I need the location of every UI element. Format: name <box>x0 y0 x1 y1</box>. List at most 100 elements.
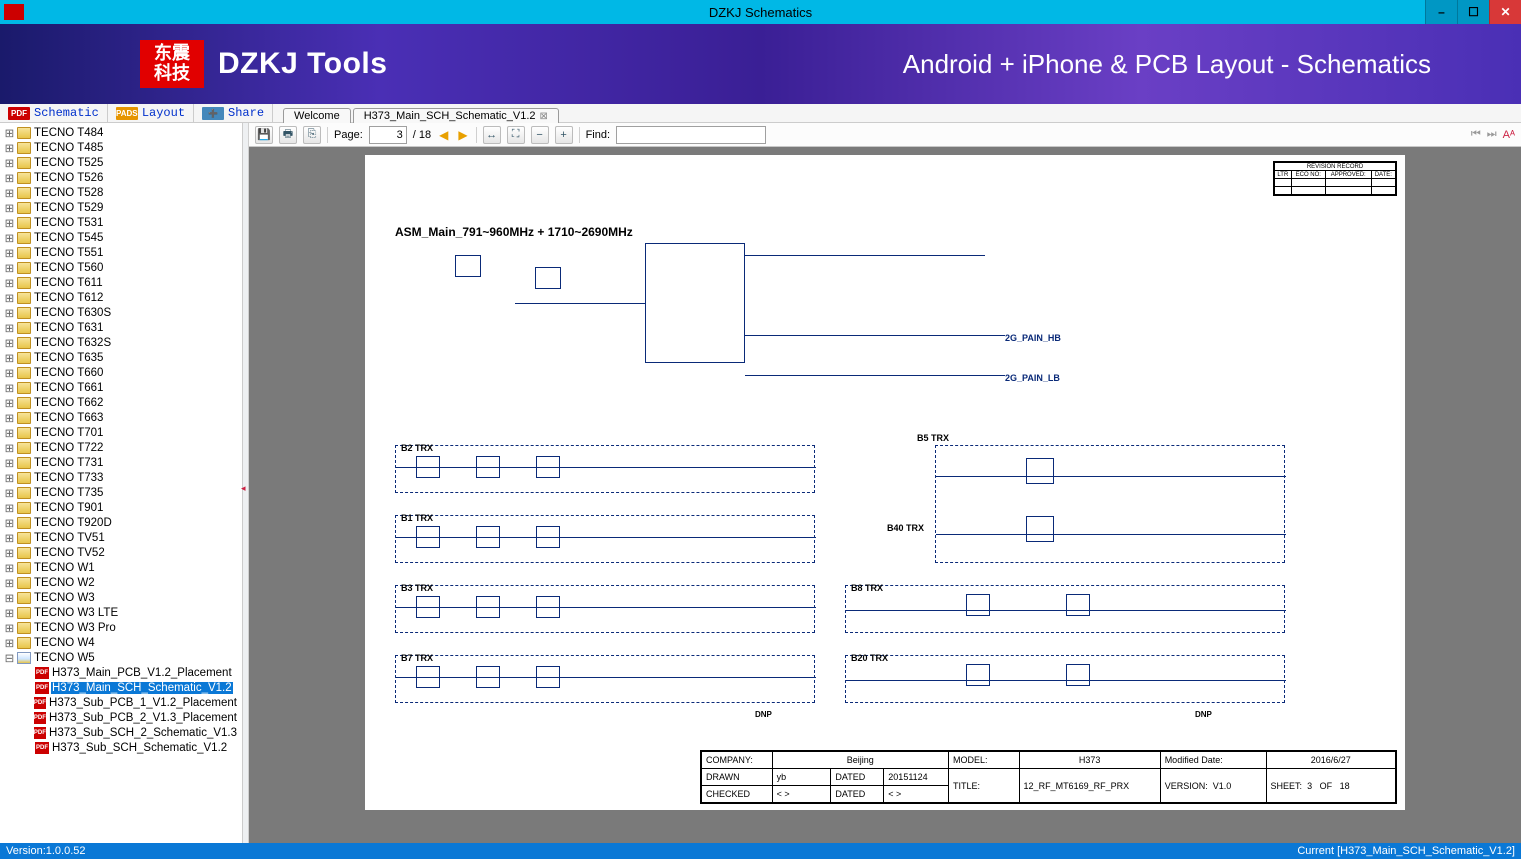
save-icon[interactable]: 💾 <box>255 126 273 144</box>
find-input[interactable] <box>616 126 766 144</box>
tree-folder[interactable]: ⊞TECNO T611 <box>0 275 242 290</box>
expand-icon[interactable]: ⊞ <box>4 231 15 245</box>
tree-file[interactable]: PDFH373_Sub_PCB_2_V1.3_Placement <box>0 710 242 725</box>
minimize-button[interactable]: – <box>1425 0 1457 24</box>
find-next-icon[interactable]: ⏭ <box>1487 128 1497 141</box>
doc-tab[interactable]: Welcome <box>283 108 351 123</box>
tree-folder[interactable]: ⊞TECNO W3 LTE <box>0 605 242 620</box>
tree-folder[interactable]: ⊞TECNO W4 <box>0 635 242 650</box>
tree-folder[interactable]: ⊞TECNO W3 <box>0 590 242 605</box>
expand-icon[interactable]: ⊞ <box>4 621 15 635</box>
expand-icon[interactable]: ⊞ <box>4 426 15 440</box>
expand-icon[interactable]: ⊞ <box>4 186 15 200</box>
expand-icon[interactable]: ⊞ <box>4 441 15 455</box>
tree-folder[interactable]: ⊞TECNO T484 <box>0 125 242 140</box>
fit-width-icon[interactable]: ↔ <box>483 126 501 144</box>
tree-file[interactable]: PDFH373_Sub_SCH_2_Schematic_V1.3 <box>0 725 242 740</box>
schematic-sheet[interactable]: ASM_Main_791~960MHz + 1710~2690MHz 2G_PA… <box>365 155 1405 810</box>
expand-icon[interactable]: ⊞ <box>4 141 15 155</box>
expand-icon[interactable]: ⊞ <box>4 516 15 530</box>
expand-icon[interactable]: ⊞ <box>4 456 15 470</box>
tree-folder[interactable]: ⊞TECNO T660 <box>0 365 242 380</box>
tree-folder-open[interactable]: ⊟TECNO W5 <box>0 650 242 665</box>
tree-folder[interactable]: ⊞TECNO W2 <box>0 575 242 590</box>
tree-file[interactable]: PDFH373_Main_SCH_Schematic_V1.2 <box>0 680 242 695</box>
tree-folder[interactable]: ⊞TECNO T901 <box>0 500 242 515</box>
tree-folder[interactable]: ⊞TECNO T528 <box>0 185 242 200</box>
tree-folder[interactable]: ⊞TECNO T525 <box>0 155 242 170</box>
tree-folder[interactable]: ⊞TECNO T722 <box>0 440 242 455</box>
expand-icon[interactable]: ⊞ <box>4 501 15 515</box>
splitter[interactable] <box>243 123 249 843</box>
tree-folder[interactable]: ⊞TECNO TV52 <box>0 545 242 560</box>
expand-icon[interactable]: ⊞ <box>4 381 15 395</box>
mode-tab-layout[interactable]: PADSLayout <box>108 104 194 122</box>
fit-page-icon[interactable]: ⛶ <box>507 126 525 144</box>
copy-icon[interactable]: ⎘ <box>303 126 321 144</box>
expand-icon[interactable]: ⊞ <box>4 171 15 185</box>
expand-icon[interactable]: ⊞ <box>4 471 15 485</box>
tree-folder[interactable]: ⊞TECNO T635 <box>0 350 242 365</box>
zoom-in-icon[interactable]: + <box>555 126 573 144</box>
tree-folder[interactable]: ⊞TECNO T920D <box>0 515 242 530</box>
text-case-icon[interactable]: Aᴬ <box>1503 129 1515 141</box>
mode-tab-schematic[interactable]: PDFSchematic <box>0 104 108 122</box>
expand-icon[interactable]: ⊞ <box>4 351 15 365</box>
tree-folder[interactable]: ⊞TECNO T529 <box>0 200 242 215</box>
tree-folder[interactable]: ⊞TECNO TV51 <box>0 530 242 545</box>
expand-icon[interactable]: ⊞ <box>4 531 15 545</box>
tree-folder[interactable]: ⊞TECNO T526 <box>0 170 242 185</box>
close-tab-icon[interactable]: ⊠ <box>540 111 548 122</box>
tree-folder[interactable]: ⊞TECNO W1 <box>0 560 242 575</box>
tree-folder[interactable]: ⊞TECNO T485 <box>0 140 242 155</box>
expand-icon[interactable]: ⊞ <box>4 321 15 335</box>
mode-tab-share[interactable]: ➕Share <box>194 104 273 122</box>
expand-icon[interactable]: ⊞ <box>4 606 15 620</box>
tree-folder[interactable]: ⊞TECNO T531 <box>0 215 242 230</box>
tree-folder[interactable]: ⊞TECNO T632S <box>0 335 242 350</box>
tree-folder[interactable]: ⊞TECNO T612 <box>0 290 242 305</box>
expand-icon[interactable]: ⊞ <box>4 306 15 320</box>
next-page-button[interactable]: ▶ <box>456 128 469 142</box>
collapse-icon[interactable]: ⊟ <box>4 651 15 665</box>
tree-folder[interactable]: ⊞TECNO T663 <box>0 410 242 425</box>
page-input[interactable] <box>369 126 407 144</box>
expand-icon[interactable]: ⊞ <box>4 201 15 215</box>
tree-folder[interactable]: ⊞TECNO T551 <box>0 245 242 260</box>
close-button[interactable]: ✕ <box>1489 0 1521 24</box>
print-icon[interactable]: 🖶 <box>279 126 297 144</box>
expand-icon[interactable]: ⊞ <box>4 366 15 380</box>
tree-file[interactable]: PDFH373_Sub_PCB_1_V1.2_Placement <box>0 695 242 710</box>
tree-folder[interactable]: ⊞TECNO T733 <box>0 470 242 485</box>
prev-page-button[interactable]: ◀ <box>437 128 450 142</box>
expand-icon[interactable]: ⊞ <box>4 276 15 290</box>
tree-folder[interactable]: ⊞TECNO T701 <box>0 425 242 440</box>
tree-folder[interactable]: ⊞TECNO T545 <box>0 230 242 245</box>
tree-folder[interactable]: ⊞TECNO T731 <box>0 455 242 470</box>
tree-folder[interactable]: ⊞TECNO T630S <box>0 305 242 320</box>
expand-icon[interactable]: ⊞ <box>4 576 15 590</box>
maximize-button[interactable]: ☐ <box>1457 0 1489 24</box>
tree-file[interactable]: PDFH373_Main_PCB_V1.2_Placement <box>0 665 242 680</box>
expand-icon[interactable]: ⊞ <box>4 411 15 425</box>
tree-file[interactable]: PDFH373_Sub_SCH_Schematic_V1.2 <box>0 740 242 755</box>
tree-folder[interactable]: ⊞TECNO T631 <box>0 320 242 335</box>
expand-icon[interactable]: ⊞ <box>4 216 15 230</box>
tree-panel[interactable]: ⊞TECNO T484⊞TECNO T485⊞TECNO T525⊞TECNO … <box>0 123 243 843</box>
find-prev-icon[interactable]: ⏮ <box>1471 128 1481 141</box>
tree-folder[interactable]: ⊞TECNO T735 <box>0 485 242 500</box>
expand-icon[interactable]: ⊞ <box>4 126 15 140</box>
expand-icon[interactable]: ⊞ <box>4 396 15 410</box>
zoom-out-icon[interactable]: − <box>531 126 549 144</box>
expand-icon[interactable]: ⊞ <box>4 291 15 305</box>
tree-folder[interactable]: ⊞TECNO T560 <box>0 260 242 275</box>
expand-icon[interactable]: ⊞ <box>4 261 15 275</box>
expand-icon[interactable]: ⊞ <box>4 636 15 650</box>
expand-icon[interactable]: ⊞ <box>4 246 15 260</box>
expand-icon[interactable]: ⊞ <box>4 591 15 605</box>
expand-icon[interactable]: ⊞ <box>4 336 15 350</box>
expand-icon[interactable]: ⊞ <box>4 561 15 575</box>
tree-folder[interactable]: ⊞TECNO T661 <box>0 380 242 395</box>
expand-icon[interactable]: ⊞ <box>4 486 15 500</box>
tree-folder[interactable]: ⊞TECNO W3 Pro <box>0 620 242 635</box>
